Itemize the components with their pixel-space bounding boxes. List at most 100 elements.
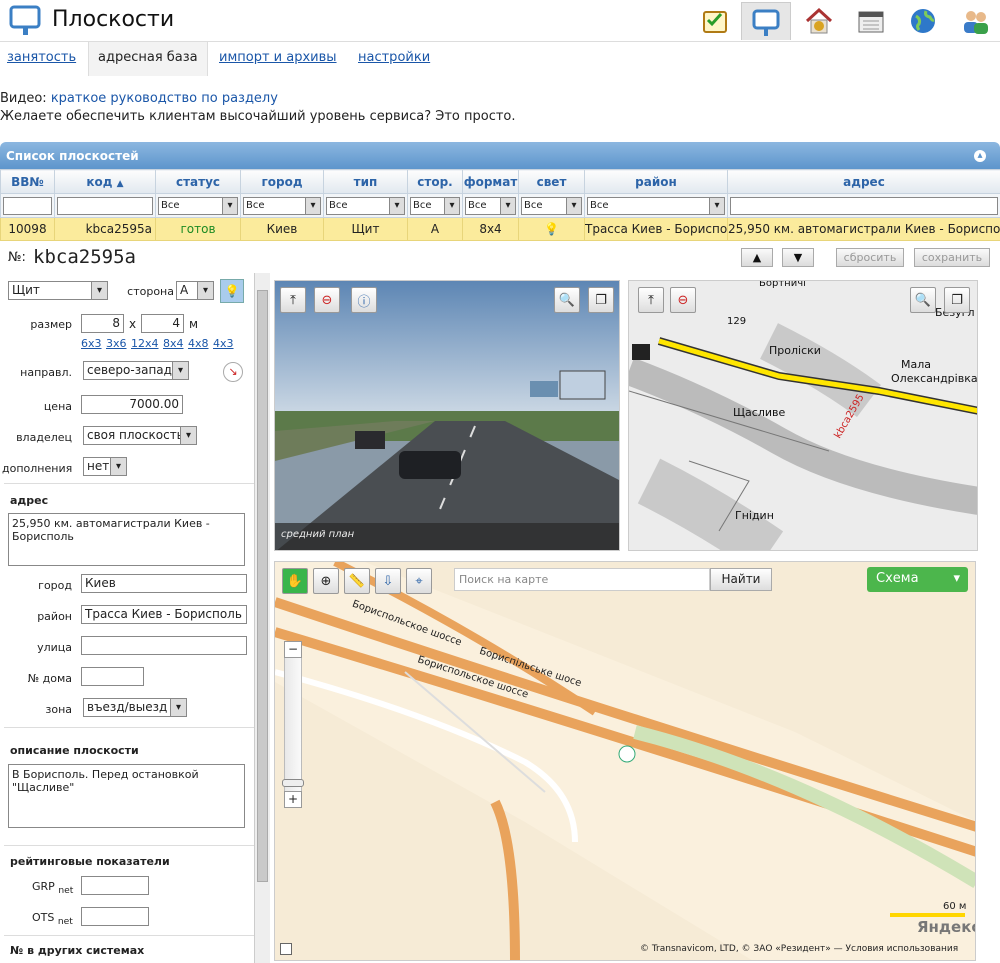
preset-4x3[interactable]: 4x3 <box>213 337 234 350</box>
filter-city-select[interactable]: Все <box>243 196 321 215</box>
preset-3x6[interactable]: 3x6 <box>106 337 127 350</box>
zoom-out-icon[interactable]: − <box>284 641 302 658</box>
col-format[interactable]: формат <box>462 169 519 194</box>
upload-photo-icon[interactable]: ⤒ <box>280 287 306 313</box>
delete-photo-icon[interactable]: ⊖ <box>314 287 340 313</box>
place-label: Гнідин <box>735 509 774 522</box>
terms-link[interactable]: Условия использования <box>846 944 959 954</box>
extras-label: дополнения <box>2 462 73 475</box>
tab-occupancy[interactable]: занятость <box>7 50 76 65</box>
filter-address-input[interactable] <box>730 196 998 215</box>
map-find-button[interactable]: Найти <box>710 568 772 591</box>
fullscreen-icon[interactable] <box>280 943 292 955</box>
map-mode-select[interactable]: Схема ▾ <box>867 567 968 592</box>
type-select[interactable]: Щит <box>8 281 108 300</box>
owner-select[interactable]: своя плоскость <box>83 426 197 445</box>
preset-4x8[interactable]: 4x8 <box>188 337 209 350</box>
street-field[interactable] <box>81 636 247 655</box>
prev-up-button[interactable]: ▲ <box>741 248 773 267</box>
filter-code-input[interactable] <box>57 196 153 215</box>
col-type[interactable]: тип <box>323 169 408 194</box>
col-address[interactable]: адрес <box>727 169 1000 194</box>
col-light[interactable]: свет <box>518 169 585 194</box>
side-label: сторона <box>127 285 174 298</box>
billboards-table: BB№ код ▲ статус город тип стор. формат … <box>0 169 1000 241</box>
save-button[interactable]: сохранить <box>914 248 990 267</box>
filter-format-select[interactable]: Все <box>465 196 516 215</box>
users-topic-icon[interactable] <box>950 2 1000 40</box>
zoom-photo-icon[interactable]: 🔍 <box>554 287 580 313</box>
map-copyright: © Transnavicom, LTD, © ЗАО «Резидент» — … <box>640 944 958 954</box>
tab-settings[interactable]: настройки <box>358 50 430 65</box>
col-status[interactable]: статус <box>155 169 241 194</box>
filter-side-select[interactable]: Все <box>410 196 460 215</box>
video-label: Видео: <box>0 91 47 106</box>
city-field[interactable]: Киев <box>81 574 247 593</box>
table-row[interactable]: 10098 kbca2595a готов Киев Щит А 8x4 💡 Т… <box>0 217 1000 241</box>
zoom-area-icon[interactable]: ⊕ <box>313 568 339 594</box>
gallery-icon[interactable]: ❐ <box>588 287 614 313</box>
promo-service: Желаете обеспечить клиентам высочайший у… <box>0 109 516 124</box>
house-field[interactable] <box>81 667 144 686</box>
house-money-topic-icon[interactable] <box>794 2 844 40</box>
col-city[interactable]: город <box>240 169 324 194</box>
calendar-topic-icon[interactable] <box>846 2 896 40</box>
side-select[interactable]: А <box>176 281 214 300</box>
scrollbar-thumb[interactable] <box>257 290 268 882</box>
rating-section-title: рейтинговые показатели <box>10 855 170 868</box>
next-down-button[interactable]: ▼ <box>782 248 814 267</box>
checklist-topic-icon[interactable] <box>690 2 740 40</box>
filter-type-select[interactable]: Все <box>326 196 405 215</box>
page-title: Плоскости <box>52 7 175 32</box>
preset-8x4[interactable]: 8x4 <box>163 337 184 350</box>
ruler-icon[interactable]: 📏 <box>344 568 370 594</box>
map-search-input[interactable]: Поиск на карте <box>454 568 710 591</box>
place-label: Проліски <box>769 344 821 357</box>
width-field[interactable]: 8 <box>81 314 124 333</box>
col-code[interactable]: код ▲ <box>54 169 156 194</box>
zoom-handle[interactable] <box>282 779 304 787</box>
gallery-scheme-icon[interactable]: ❐ <box>944 287 970 313</box>
zoom-scheme-icon[interactable]: 🔍 <box>910 287 936 313</box>
collapse-icon[interactable]: ▴ <box>974 150 986 162</box>
grp-field[interactable] <box>81 876 149 895</box>
tab-address-base[interactable]: адресная база <box>88 42 208 76</box>
zone-select[interactable]: въезд/выезд <box>83 698 187 717</box>
tab-import-archives[interactable]: импорт и архивы <box>219 50 337 65</box>
district-field[interactable]: Трасса Киев - Борисполь <box>81 605 247 624</box>
filter-status-select[interactable]: Все <box>158 196 238 215</box>
city-label: город <box>38 579 72 592</box>
delete-scheme-icon[interactable]: ⊖ <box>670 287 696 313</box>
zoom-in-icon[interactable]: + <box>284 791 302 808</box>
description-textarea[interactable]: В Борисполь. Перед остановкой "Щасливе" <box>8 764 245 828</box>
direction-select[interactable]: северо-запад <box>83 361 189 380</box>
upload-scheme-icon[interactable]: ⤒ <box>638 287 664 313</box>
divider <box>4 483 254 484</box>
col-district[interactable]: район <box>584 169 728 194</box>
ots-field[interactable] <box>81 907 149 926</box>
reset-button[interactable]: сбросить <box>836 248 904 267</box>
address-textarea[interactable]: 25,950 км. автомагистрали Киев - Бориспо… <box>8 513 245 566</box>
price-field[interactable]: 7000.00 <box>81 395 183 414</box>
preset-12x4[interactable]: 12x4 <box>131 337 159 350</box>
height-field[interactable]: 4 <box>141 314 184 333</box>
col-bb[interactable]: BB№ <box>0 169 55 194</box>
filter-light-select[interactable]: Все <box>521 196 582 215</box>
col-side[interactable]: стор. <box>407 169 463 194</box>
extras-select[interactable]: нет <box>83 457 127 476</box>
guide-link[interactable]: краткое руководство по разделу <box>51 91 278 106</box>
arrow-down-icon[interactable]: ⇩ <box>375 568 401 594</box>
globe-topic-icon[interactable] <box>898 2 948 40</box>
interactive-map[interactable]: ✋ ⊕ 📏 ⇩ ⌖ Поиск на карте Найти Схема ▾ − … <box>274 561 976 961</box>
hand-pan-icon[interactable]: ✋ <box>282 568 308 594</box>
sort-asc-icon: ▲ <box>116 178 124 189</box>
compass-icon[interactable]: ↘ <box>223 362 243 382</box>
filter-district-select[interactable]: Все <box>587 196 725 215</box>
billboards-topic-icon[interactable] <box>741 2 791 40</box>
info-icon[interactable]: ⓘ <box>351 287 377 313</box>
light-toggle-icon[interactable]: 💡 <box>220 279 244 303</box>
preset-6x3[interactable]: 6x3 <box>81 337 102 350</box>
filter-bb-input[interactable] <box>3 196 52 215</box>
simple-link[interactable]: Это просто <box>435 109 511 124</box>
locate-icon[interactable]: ⌖ <box>406 568 432 594</box>
